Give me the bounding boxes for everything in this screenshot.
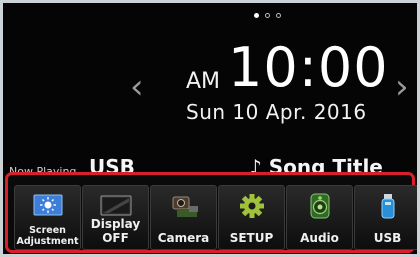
clock-date: Sun 10 Apr. 2016: [186, 100, 367, 124]
page-indicator: [254, 13, 281, 18]
usb-stick-icon: [381, 194, 394, 219]
home-screen: ‹ › AM 10:00 Sun 10 Apr. 2016 Now Playin…: [3, 3, 417, 254]
gear-icon: [239, 194, 264, 218]
page-dot-2: [265, 13, 270, 18]
head-unit-screen-frame: ‹ › AM 10:00 Sun 10 Apr. 2016 Now Playin…: [0, 0, 420, 257]
shortcut-bar: Screen Adjustment Display OFF Camera SET…: [5, 172, 417, 253]
setup-button[interactable]: SETUP: [218, 185, 285, 250]
screen-adjustment-button[interactable]: Screen Adjustment: [14, 185, 81, 250]
page-dot-1: [254, 13, 259, 18]
setup-label: SETUP: [229, 231, 274, 245]
page-dot-3: [276, 13, 281, 18]
display-off-label: Display OFF: [90, 217, 141, 245]
audio-button[interactable]: Audio: [286, 185, 353, 250]
previous-page-arrow[interactable]: ‹: [130, 67, 144, 107]
brightness-icon: [33, 194, 62, 216]
usb-button[interactable]: USB: [354, 185, 417, 250]
audio-label: Audio: [300, 231, 339, 245]
display-off-button[interactable]: Display OFF: [82, 185, 149, 250]
next-page-arrow[interactable]: ›: [395, 67, 409, 107]
clock-time: 10:00: [228, 36, 389, 99]
usb-label: USB: [373, 231, 402, 245]
speaker-icon: [310, 193, 329, 219]
camera-icon: [172, 196, 198, 217]
clock-ampm: AM: [186, 69, 221, 94]
camera-label: Camera: [157, 231, 210, 245]
screen-adjustment-label: Screen Adjustment: [16, 225, 79, 247]
camera-button[interactable]: Camera: [150, 185, 217, 250]
display-off-icon: [100, 195, 131, 216]
